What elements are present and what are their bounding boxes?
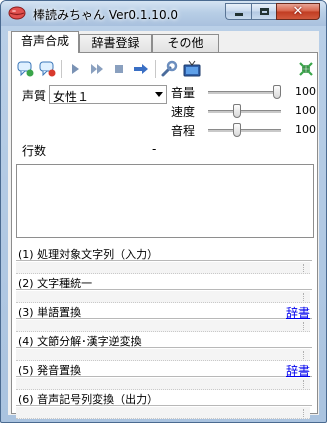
title-bar[interactable]: 棒読みちゃん Ver0.1.10.0 ✕ (1, 1, 326, 26)
stage-title: (3) 単語置換 (18, 306, 82, 319)
tab-dictionary[interactable]: 辞書登録 (79, 34, 152, 52)
minimize-button[interactable] (225, 3, 251, 20)
scroll-grip[interactable] (303, 293, 310, 301)
play-icon (72, 64, 79, 74)
pitch-value: 100 (295, 123, 316, 136)
stage-header: (5) 発音置換 辞書 (16, 362, 312, 379)
word-dictionary-link[interactable]: 辞書 (286, 304, 310, 321)
stage-input: (1) 処理対象文字列（入力） (12, 246, 317, 274)
voice-label: 声質 (22, 89, 47, 103)
client-area: 音声合成 辞書登録 その他 声質 女性１ 音量 100 速度 100 音程 10… (8, 31, 319, 419)
scroll-grip[interactable] (303, 264, 310, 272)
stop-icon (115, 65, 123, 73)
stage-header: (3) 単語置換 辞書 (16, 304, 312, 321)
speech-synthesis-panel: 声質 女性１ 音量 100 速度 100 音程 100 行数 - (1) 処理対… (11, 52, 318, 419)
stage-phrase-split: (4) 文節分解･漢字逆変換 (12, 333, 317, 361)
volume-slider-row: 音量 100 (171, 83, 316, 101)
speed-track[interactable] (208, 110, 281, 113)
line-count-value: - (152, 142, 157, 156)
stage-output (16, 349, 310, 361)
stage-output (16, 291, 310, 303)
fast-forward-button[interactable] (87, 59, 107, 79)
next-icon (134, 64, 148, 74)
stage-header: (2) 文字種統一 (16, 275, 312, 290)
stage-header: (4) 文節分解･漢字逆変換 (16, 333, 312, 348)
voice-select[interactable]: 女性１ (49, 85, 167, 104)
app-window: 棒読みちゃん Ver0.1.10.0 ✕ 音声合成 辞書登録 その他 声質 女性… (0, 0, 327, 423)
caption-buttons: ✕ (225, 3, 320, 22)
pronunciation-dictionary-link[interactable]: 辞書 (286, 362, 310, 379)
tab-other[interactable]: その他 (152, 34, 219, 52)
stage-output (16, 320, 310, 332)
stage-word-replace: (3) 単語置換 辞書 (12, 304, 317, 332)
stage-title: (2) 文字種統一 (18, 277, 93, 290)
voice-select-value: 女性１ (53, 90, 90, 104)
stage-output (16, 407, 310, 419)
stage-title: (6) 音声記号列変換（出力） (18, 393, 159, 406)
scroll-grip[interactable] (303, 409, 310, 417)
maximize-icon (259, 8, 269, 15)
tab-speech-synthesis[interactable]: 音声合成 (11, 31, 79, 53)
collapse-icon (299, 62, 313, 76)
toolbar-separator (61, 60, 62, 78)
stage-title: (1) 処理対象文字列（入力） (18, 248, 159, 261)
pitch-slider-row: 音程 100 (171, 121, 316, 139)
play-button[interactable] (65, 59, 85, 79)
chevron-down-icon (155, 92, 163, 97)
tv-icon (183, 60, 201, 77)
pitch-slider-thumb[interactable] (232, 123, 241, 137)
toolbar-separator (155, 60, 156, 78)
speak-text-icon (17, 61, 34, 77)
line-count-label: 行数 (22, 144, 47, 158)
stage-phonetic-output: (6) 音声記号列変換（出力） (12, 391, 317, 419)
volume-slider-thumb[interactable] (273, 85, 281, 99)
minimize-icon (234, 13, 243, 16)
stage-title: (4) 文節分解･漢字逆変換 (18, 335, 142, 348)
input-text-area[interactable] (16, 164, 314, 238)
stop-button[interactable] (109, 59, 129, 79)
scroll-grip[interactable] (303, 322, 310, 330)
stop-speech-button[interactable] (38, 59, 58, 79)
window-title: 棒読みちゃん Ver0.1.10.0 (33, 8, 179, 22)
speed-slider-thumb[interactable] (232, 104, 241, 118)
settings-wrench-icon (161, 60, 178, 77)
stage-header: (6) 音声記号列変換（出力） (16, 391, 312, 406)
speed-slider-row: 速度 100 (171, 102, 316, 120)
settings-button[interactable] (159, 59, 179, 79)
maximize-button[interactable] (251, 3, 276, 20)
tv-button[interactable] (182, 59, 202, 79)
volume-track[interactable] (208, 91, 281, 94)
pitch-label: 音程 (171, 124, 196, 138)
speak-text-button[interactable] (16, 59, 36, 79)
close-icon: ✕ (292, 4, 304, 19)
fast-forward-icon (91, 64, 103, 74)
close-button[interactable]: ✕ (276, 3, 320, 20)
stage-title: (5) 発音置換 (18, 364, 82, 377)
scroll-grip[interactable] (303, 380, 310, 388)
speed-value: 100 (295, 104, 316, 117)
toolbar (16, 57, 315, 81)
speed-label: 速度 (171, 105, 196, 119)
stage-pronunciation-replace: (5) 発音置換 辞書 (12, 362, 317, 390)
scroll-grip[interactable] (303, 351, 310, 359)
collapse-button[interactable] (296, 59, 316, 79)
volume-label: 音量 (171, 86, 196, 100)
stage-normalize: (2) 文字種統一 (12, 275, 317, 303)
volume-value: 100 (295, 85, 316, 98)
pitch-track[interactable] (208, 129, 281, 132)
next-button[interactable] (131, 59, 151, 79)
stage-output (16, 262, 310, 274)
lips-icon (8, 6, 26, 20)
stage-header: (1) 処理対象文字列（入力） (16, 246, 312, 261)
stage-output (16, 378, 310, 390)
stop-speech-icon (39, 61, 56, 77)
